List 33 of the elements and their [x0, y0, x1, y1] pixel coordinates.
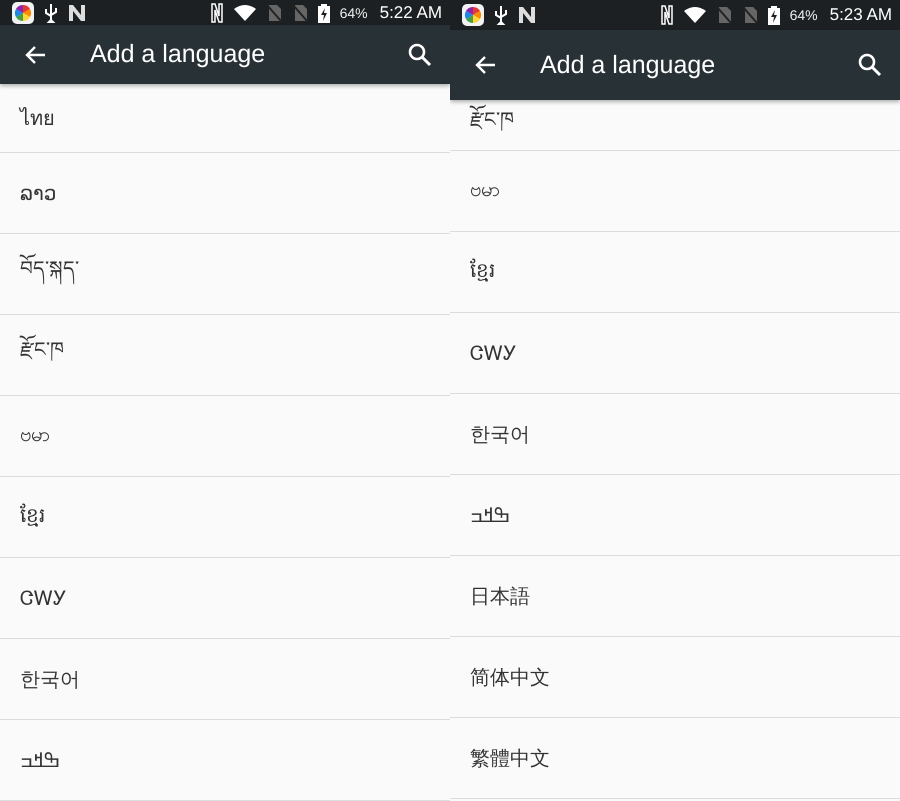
wifi-icon — [684, 7, 706, 23]
wifi-icon — [234, 4, 256, 21]
battery-charging-icon — [318, 2, 330, 23]
clock: 5:23 AM — [830, 5, 892, 25]
language-item[interactable]: 繁體中文 — [450, 718, 900, 799]
n-logo-icon — [518, 6, 536, 24]
nfc-icon — [210, 2, 224, 23]
screen-title: Add a language — [90, 40, 266, 70]
no-sim-icon — [292, 4, 308, 22]
language-item[interactable]: ᏣᎳᎩ — [450, 313, 900, 394]
search-button[interactable] — [856, 51, 884, 79]
language-item[interactable]: ߒߞߏ — [450, 475, 900, 556]
battery-percent: 64% — [340, 4, 368, 21]
app-icon — [12, 2, 34, 24]
n-logo-icon — [68, 4, 86, 22]
usb-icon — [494, 5, 508, 25]
screen-title: Add a language — [540, 50, 716, 80]
battery-percent: 64% — [790, 7, 818, 23]
battery-charging-icon — [768, 5, 780, 25]
search-button[interactable] — [406, 40, 434, 69]
usb-icon — [44, 2, 58, 23]
language-item[interactable]: ဗမာ — [450, 151, 900, 232]
language-item[interactable]: 日本語 — [450, 556, 900, 637]
no-sim-icon — [266, 4, 282, 22]
language-item[interactable]: རྫོང་ཁ — [450, 100, 900, 151]
no-sim-icon — [716, 6, 732, 24]
app-icon — [462, 4, 484, 26]
clock: 5:22 AM — [380, 2, 442, 23]
language-item[interactable]: 简体中文 — [450, 637, 900, 718]
language-item[interactable]: ខ្មែរ — [450, 232, 900, 313]
no-sim-icon — [742, 6, 758, 24]
nfc-icon — [660, 5, 674, 25]
language-item[interactable]: 한국어 — [450, 394, 900, 475]
